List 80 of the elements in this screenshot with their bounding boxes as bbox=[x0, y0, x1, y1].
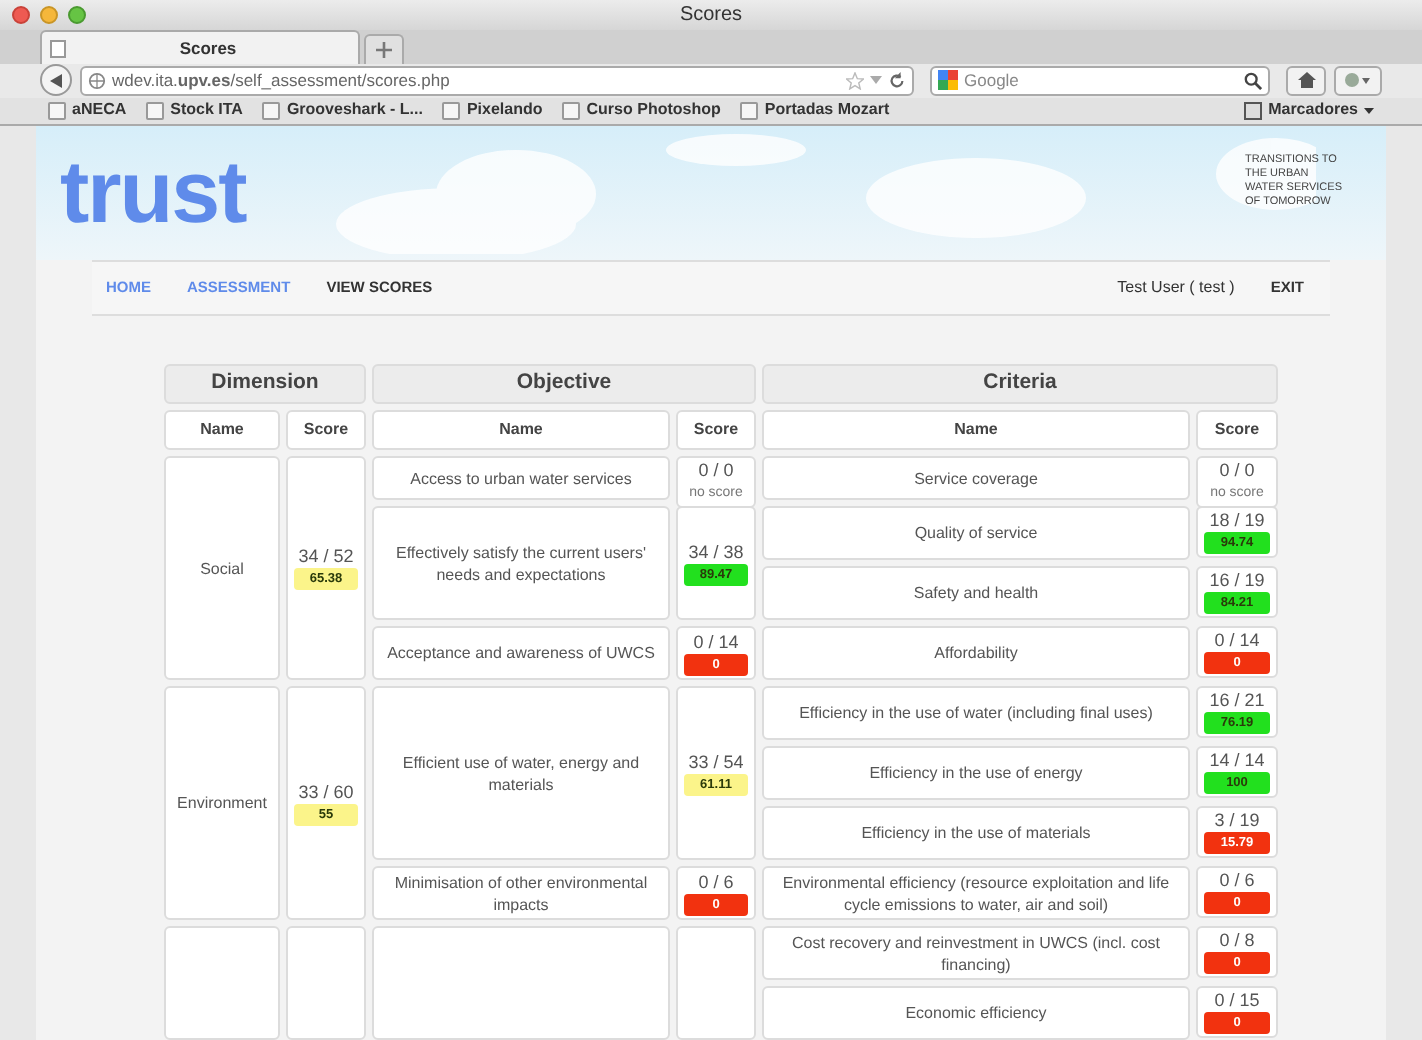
name-text: Access to urban water services bbox=[410, 467, 632, 489]
score-ratio: 0 / 0 bbox=[1219, 460, 1255, 482]
column-header: Name bbox=[372, 410, 670, 450]
group-header: Objective bbox=[372, 364, 756, 404]
score-ratio: 0 / 6 bbox=[1219, 870, 1255, 892]
reload-icon[interactable] bbox=[888, 71, 906, 90]
score-ratio: 0 / 14 bbox=[1214, 630, 1260, 652]
score-ratio: 33 / 60 bbox=[298, 781, 354, 803]
score-ratio: 33 / 54 bbox=[688, 751, 744, 773]
back-button[interactable] bbox=[40, 64, 72, 97]
bookmarks-menu[interactable]: Marcadores bbox=[1244, 98, 1374, 123]
home-button[interactable] bbox=[1286, 65, 1326, 96]
name-text: Efficiency in the use of materials bbox=[861, 822, 1091, 844]
column-header: Score bbox=[676, 410, 756, 450]
name-text: Social bbox=[200, 557, 244, 579]
bookmark-item[interactable]: Portadas Mozart bbox=[740, 98, 890, 123]
plus-icon bbox=[376, 42, 392, 58]
name-text: Affordability bbox=[934, 642, 1018, 664]
url-text: wdev.ita.upv.es/self_assessment/scores.php bbox=[112, 67, 452, 94]
new-tab-button[interactable] bbox=[364, 34, 404, 64]
search-icon[interactable] bbox=[1244, 71, 1262, 90]
dropdown-icon[interactable] bbox=[870, 76, 882, 85]
column-header: Score bbox=[1196, 410, 1278, 450]
maximize-icon[interactable] bbox=[68, 6, 86, 24]
score-ratio: 0 / 15 bbox=[1214, 990, 1260, 1012]
score-ratio: 16 / 19 bbox=[1209, 570, 1265, 592]
name-text: Environment bbox=[177, 792, 267, 814]
bookmark-icon bbox=[262, 101, 281, 120]
bookmark-icon bbox=[740, 101, 759, 120]
close-icon[interactable] bbox=[12, 6, 30, 24]
back-arrow-icon bbox=[49, 73, 63, 88]
bookmark-icon bbox=[146, 101, 165, 120]
caret-icon bbox=[1364, 107, 1374, 114]
name-text: Effectively satisfy the current users' needs and expectations bbox=[394, 541, 648, 585]
name-text: Efficiency in the use of water (including final uses) bbox=[799, 702, 1153, 724]
name-text: Minimisation of other environmental impacts bbox=[392, 871, 650, 915]
page-icon bbox=[50, 39, 66, 57]
name-text: Quality of service bbox=[914, 522, 1038, 544]
name-text: Environmental efficiency (resource exploitation and life cycle emissions to water, air and soil) bbox=[780, 871, 1172, 915]
score-ratio: 0 / 0 bbox=[698, 460, 734, 482]
name-text: Service coverage bbox=[914, 467, 1038, 489]
column-header: Name bbox=[762, 410, 1190, 450]
star-icon[interactable] bbox=[846, 71, 864, 90]
column-header: Score bbox=[286, 410, 366, 450]
minimize-icon[interactable] bbox=[40, 6, 58, 24]
score-ratio: 0 / 8 bbox=[1219, 930, 1255, 952]
score-ratio: 0 / 6 bbox=[698, 871, 734, 893]
bookmark-item[interactable]: aNECA bbox=[48, 98, 127, 123]
name-text: Acceptance and awareness of UWCS bbox=[387, 642, 655, 664]
name-text: Efficiency in the use of energy bbox=[869, 762, 1083, 784]
addon-icon bbox=[1344, 72, 1372, 89]
score-ratio: 34 / 52 bbox=[298, 546, 354, 568]
bookmark-item[interactable]: Pixelando bbox=[442, 98, 543, 123]
google-logo-icon bbox=[938, 70, 958, 91]
name-text: Cost recovery and reinvestment in UWCS (incl. cost financing) bbox=[789, 931, 1163, 975]
window-title: Scores bbox=[679, 2, 743, 30]
group-header: Criteria bbox=[762, 364, 1278, 404]
globe-icon bbox=[88, 71, 106, 90]
search-field[interactable]: Google bbox=[930, 65, 1270, 96]
home-icon bbox=[1297, 72, 1315, 89]
bookmark-item[interactable]: Curso Photoshop bbox=[562, 98, 721, 123]
group-header: Dimension bbox=[164, 364, 366, 404]
column-header: Name bbox=[164, 410, 280, 450]
bookmark-icon bbox=[442, 101, 461, 120]
score-ratio: 3 / 19 bbox=[1214, 810, 1260, 832]
score-ratio: 0 / 14 bbox=[693, 631, 739, 653]
name-text: Economic efficiency bbox=[905, 1002, 1047, 1024]
score-ratio: 14 / 14 bbox=[1209, 750, 1265, 772]
bookmark-item[interactable]: Stock ITA bbox=[146, 98, 243, 123]
user-name: Test User ( test ) bbox=[1117, 276, 1235, 300]
score-ratio: 16 / 21 bbox=[1209, 690, 1265, 712]
browser-tab[interactable]: Scores bbox=[40, 30, 360, 64]
address-field[interactable]: wdev.ita.upv.es/self_assessment/scores.php bbox=[80, 65, 914, 96]
score-ratio: 34 / 38 bbox=[688, 541, 744, 563]
name-text: Efficient use of water, energy and materials bbox=[400, 751, 642, 795]
bookmark-icon bbox=[48, 101, 66, 120]
score-ratio: 18 / 19 bbox=[1209, 510, 1265, 532]
name-text: Safety and health bbox=[913, 582, 1039, 604]
bookmark-icon bbox=[562, 101, 581, 120]
bookmark-item[interactable]: Grooveshark - L... bbox=[262, 98, 423, 123]
